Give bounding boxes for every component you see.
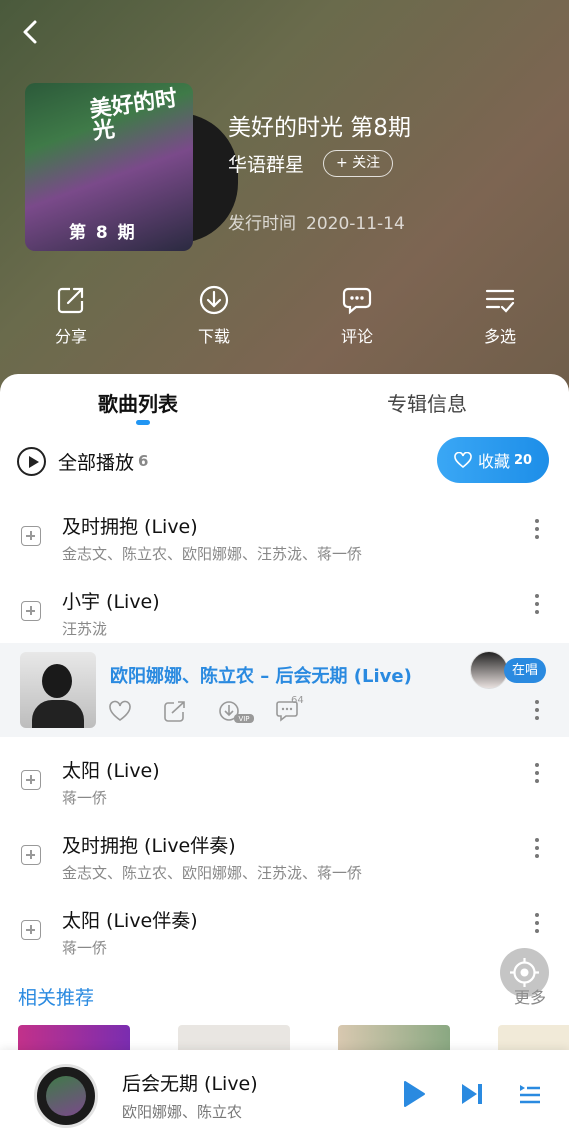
download-label: 下载: [197, 327, 230, 346]
next-track-icon[interactable]: [460, 1082, 484, 1106]
floating-locate-button[interactable]: [500, 948, 549, 997]
release-label: 发行时间: [228, 214, 296, 234]
share-button[interactable]: 分享: [26, 285, 116, 347]
song-name: 及时拥抱 (Live伴奏): [62, 835, 236, 857]
album-artist[interactable]: 华语群星: [228, 150, 304, 177]
song-artists: 蒋一侨: [62, 939, 108, 957]
like-icon[interactable]: [108, 700, 132, 722]
multiselect-label: 多选: [483, 327, 516, 346]
song-thumbnail: [20, 652, 96, 728]
follow-button[interactable]: + 关注: [323, 150, 394, 177]
player-cover[interactable]: [34, 1064, 98, 1128]
collect-label: 收藏: [477, 452, 510, 471]
singer-avatar: [470, 651, 508, 689]
song-artists: 金志文、陈立农、欧阳娜娜、汪苏泷、蒋一侨: [62, 545, 363, 563]
song-row[interactable]: 及时拥抱 (Live) 金志文、陈立农、欧阳娜娜、汪苏泷、蒋一侨: [0, 508, 569, 582]
play-icon: [17, 446, 46, 476]
song-name: 太阳 (Live): [62, 760, 160, 782]
comment-icon: [342, 287, 372, 315]
live-singing-badge[interactable]: 在唱: [470, 650, 547, 690]
add-icon[interactable]: [21, 845, 41, 865]
add-icon[interactable]: [21, 601, 41, 621]
player-artist: 欧阳娜娜、陈立农: [122, 1103, 243, 1121]
back-arrow-icon[interactable]: [18, 18, 46, 46]
song-row[interactable]: 太阳 (Live) 蒋一侨: [0, 752, 569, 826]
live-label: 在唱: [504, 657, 547, 683]
locate-icon: [510, 958, 539, 987]
song-name: 太阳 (Live伴奏): [62, 910, 198, 932]
more-options-icon[interactable]: [535, 838, 539, 860]
song-count: 6: [138, 452, 149, 470]
play-all-label: 全部播放: [58, 451, 135, 474]
mini-player[interactable]: 后会无期 (Live) 欧阳娜娜、陈立农: [0, 1050, 569, 1141]
cover-logo: 美好的时光: [88, 86, 179, 145]
download-vip-icon[interactable]: VIP: [218, 700, 256, 724]
more-options-icon[interactable]: [535, 519, 539, 541]
vip-text: VIP: [238, 715, 249, 723]
more-options-icon[interactable]: [535, 700, 539, 722]
download-icon: [199, 285, 229, 315]
playlist-icon[interactable]: [518, 1082, 542, 1106]
current-song-title: 欧阳娜娜、陈立农 – 后会无期 (Live): [110, 666, 412, 687]
comment-count: 64: [291, 695, 304, 706]
song-name: 及时拥抱 (Live): [62, 516, 198, 538]
play-icon[interactable]: [402, 1080, 426, 1108]
album-cover[interactable]: 美好的时光 第 8 期: [25, 83, 238, 251]
more-options-icon[interactable]: [535, 594, 539, 616]
share-icon: [57, 287, 84, 314]
download-button[interactable]: 下载: [169, 285, 259, 347]
album-title: 美好的时光 第8期: [228, 115, 411, 141]
song-row[interactable]: 太阳 (Live伴奏) 蒋一侨: [0, 902, 569, 976]
release-date: 2020-11-14: [306, 214, 405, 234]
tab-song-list[interactable]: 歌曲列表: [98, 388, 178, 417]
more-options-icon[interactable]: [535, 763, 539, 785]
collect-button[interactable]: 收藏 20: [437, 437, 549, 483]
cover-episode: 第 8 期: [69, 223, 137, 243]
play-all-button[interactable]: 全部播放 6: [17, 445, 148, 477]
song-artists: 金志文、陈立农、欧阳娜娜、汪苏泷、蒋一侨: [62, 864, 363, 882]
multiselect-icon: [485, 289, 515, 313]
add-icon[interactable]: [21, 526, 41, 546]
more-options-icon[interactable]: [535, 913, 539, 935]
song-name: 小宇 (Live): [62, 591, 160, 613]
heart-icon: [454, 452, 472, 468]
share-label: 分享: [54, 327, 87, 346]
tab-album-info[interactable]: 专辑信息: [387, 388, 467, 417]
comment-label: 评论: [340, 327, 373, 346]
add-icon[interactable]: [21, 770, 41, 790]
player-title: 后会无期 (Live): [122, 1073, 258, 1095]
related-title: 相关推荐: [18, 987, 95, 1009]
comment-button[interactable]: 评论: [312, 285, 402, 347]
cover-image: 美好的时光 第 8 期: [25, 83, 193, 251]
tab-indicator: [136, 420, 150, 425]
collect-count: 20: [513, 452, 533, 468]
add-icon[interactable]: [21, 920, 41, 940]
share-icon[interactable]: [163, 700, 187, 722]
song-row[interactable]: 及时拥抱 (Live伴奏) 金志文、陈立农、欧阳娜娜、汪苏泷、蒋一侨: [0, 827, 569, 901]
multiselect-button[interactable]: 多选: [455, 285, 545, 347]
release-info: 发行时间 2020-11-14: [228, 209, 405, 234]
song-artists: 汪苏泷: [62, 620, 108, 638]
song-artists: 蒋一侨: [62, 789, 108, 807]
